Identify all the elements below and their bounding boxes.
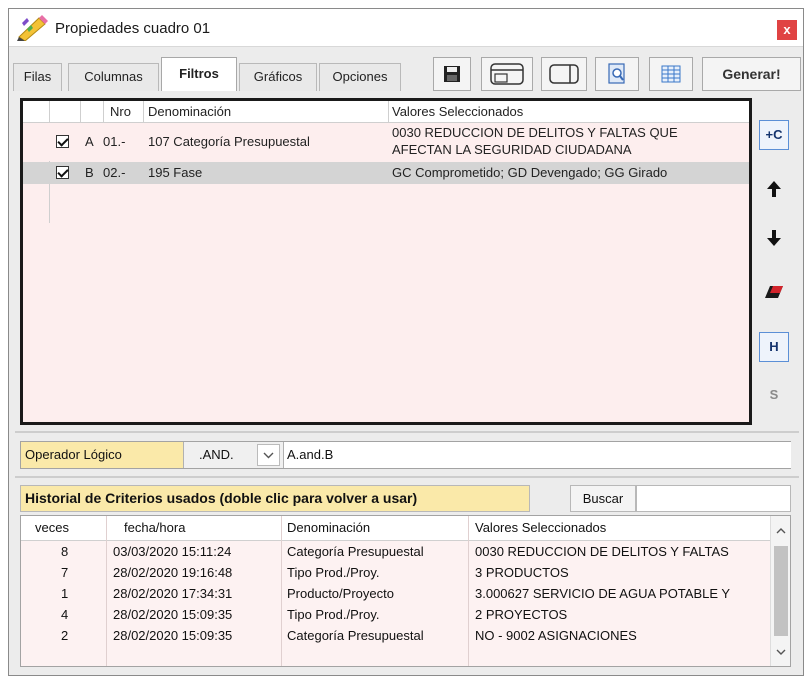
window-layout-icon: [490, 63, 524, 85]
history-row[interactable]: 4 28/02/2020 15:09:35 Tipo Prod./Proy. 2…: [21, 605, 770, 626]
move-down-button[interactable]: [759, 223, 789, 253]
history-valores: 2 PROYECTOS: [475, 607, 568, 622]
separator: [15, 431, 799, 433]
properties-window: Propiedades cuadro 01 x Filas Columnas F…: [8, 8, 804, 676]
document-search-icon: [608, 63, 625, 84]
preview-button[interactable]: [595, 57, 639, 91]
filter-checkbox-a[interactable]: [56, 135, 69, 148]
filter-row-b[interactable]: B 02.- 195 Fase GC Comprometido; GD Deve…: [23, 162, 749, 184]
filter-valores-line1: 0030 REDUCCION DE DELITOS Y FALTAS QUE: [392, 125, 678, 140]
history-scrollbar[interactable]: [770, 516, 790, 666]
close-button[interactable]: x: [777, 20, 797, 40]
history-row[interactable]: 1 28/02/2020 17:34:31 Producto/Proyecto …: [21, 584, 770, 605]
filter-letter: A: [85, 134, 94, 149]
pencil-icon: [15, 15, 49, 42]
filter-valores-line1: GC Comprometido; GD Devengado; GG Girado: [392, 165, 668, 180]
layout-button[interactable]: [481, 57, 533, 91]
history-denominacion: Tipo Prod./Proy.: [287, 607, 380, 622]
title-bar: Propiedades cuadro 01 x: [9, 9, 803, 47]
operator-dropdown[interactable]: [257, 444, 280, 466]
filter-denominacion: 195 Fase: [148, 165, 203, 180]
filter-letter: B: [85, 165, 94, 180]
history-veces: 4: [61, 607, 69, 622]
arrow-down-icon: [767, 230, 781, 246]
operator-value[interactable]: .AND.: [199, 447, 234, 462]
history-denominacion: Tipo Prod./Proy.: [287, 565, 380, 580]
window-title: Propiedades cuadro 01: [55, 20, 211, 37]
table-grid-icon: [661, 65, 681, 83]
filter-valores-line2: AFECTAN LA SEGURIDAD CIUDADANA: [392, 142, 632, 157]
move-up-button[interactable]: [759, 174, 789, 204]
history-veces: 8: [61, 544, 69, 559]
filter-denominacion: 107 Categoría Presupuestal: [148, 134, 310, 149]
history-valores: 0030 REDUCCION DE DELITOS Y FALTAS: [475, 544, 729, 559]
history-valores: 3 PRODUCTOS: [475, 565, 569, 580]
eraser-icon: [765, 286, 783, 298]
history-denominacion: Categoría Presupuestal: [287, 628, 424, 643]
col-nro: Nro: [110, 104, 131, 119]
grid-button[interactable]: [649, 57, 693, 91]
search-button[interactable]: Buscar: [570, 485, 636, 512]
filter-checkbox-b[interactable]: [56, 166, 69, 179]
filter-row-a[interactable]: A 01.- 107 Categoría Presupuestal 0030 R…: [23, 123, 749, 161]
add-column-button[interactable]: +C: [759, 120, 789, 150]
scroll-down-icon[interactable]: [771, 644, 791, 664]
logical-operator-bar: Operador Lógico .AND. A.and.B: [20, 441, 791, 469]
filters-header: Nro Denominación Valores Seleccionados: [23, 101, 749, 123]
filters-grid[interactable]: Nro Denominación Valores Seleccionados A…: [20, 98, 752, 425]
history-fecha: 28/02/2020 15:09:35: [113, 607, 233, 622]
history-veces: 7: [61, 565, 69, 580]
history-denominacion: Producto/Proyecto: [287, 586, 394, 601]
history-row[interactable]: 7 28/02/2020 19:16:48 Tipo Prod./Proy. 3…: [21, 563, 770, 584]
operator-expression-field[interactable]: A.and.B: [283, 442, 791, 468]
generate-button[interactable]: Generar!: [702, 57, 801, 91]
floppy-disk-icon: [444, 66, 460, 82]
h-button[interactable]: H: [759, 332, 789, 362]
search-input[interactable]: [636, 485, 791, 512]
history-header: veces fecha/hora Denominación Valores Se…: [21, 516, 770, 541]
tab-columnas[interactable]: Columnas: [68, 63, 159, 91]
separator: [15, 476, 799, 478]
operator-label: Operador Lógico: [21, 442, 184, 468]
history-title: Historial de Criterios usados (doble cli…: [20, 485, 530, 512]
history-table[interactable]: veces fecha/hora Denominación Valores Se…: [20, 515, 791, 667]
scroll-up-icon[interactable]: [771, 520, 791, 540]
filter-nro: 01.-: [103, 134, 126, 149]
col-fecha: fecha/hora: [124, 520, 186, 535]
history-fecha: 03/03/2020 15:11:24: [113, 544, 232, 559]
history-veces: 1: [61, 586, 69, 601]
history-denominacion: Categoría Presupuestal: [287, 544, 424, 559]
arrow-up-icon: [767, 181, 781, 197]
s-button[interactable]: S: [759, 387, 789, 402]
history-fecha: 28/02/2020 17:34:31: [113, 586, 233, 601]
history-veces: 2: [61, 628, 69, 643]
col-denominacion: Denominación: [148, 104, 232, 119]
scroll-thumb[interactable]: [774, 546, 788, 636]
tab-opciones[interactable]: Opciones: [319, 63, 401, 91]
history-row[interactable]: 8 03/03/2020 15:11:24 Categoría Presupue…: [21, 542, 770, 563]
col-veces: veces: [35, 520, 69, 535]
save-button[interactable]: [433, 57, 471, 91]
history-valores: 3.000627 SERVICIO DE AGUA POTABLE Y: [475, 586, 731, 601]
tab-filtros[interactable]: Filtros: [161, 57, 237, 91]
tab-filas[interactable]: Filas: [13, 63, 62, 91]
eraser-button[interactable]: [759, 277, 789, 307]
filter-nro: 02.-: [103, 165, 126, 180]
panel-icon: [549, 64, 579, 84]
col-valores: Valores Seleccionados: [475, 520, 607, 535]
history-row[interactable]: 2 28/02/2020 15:09:35 Categoría Presupue…: [21, 626, 770, 647]
col-valores: Valores Seleccionados: [392, 104, 524, 119]
history-bar: Historial de Criterios usados (doble cli…: [20, 485, 791, 512]
history-valores: NO - 9002 ASIGNACIONES: [475, 628, 637, 643]
tab-graficos[interactable]: Gráficos: [239, 63, 317, 91]
history-fecha: 28/02/2020 19:16:48: [113, 565, 233, 580]
col-denominacion: Denominación: [287, 520, 371, 535]
panel-button[interactable]: [541, 57, 587, 91]
history-fecha: 28/02/2020 15:09:35: [113, 628, 233, 643]
chevron-down-icon: [263, 452, 274, 459]
